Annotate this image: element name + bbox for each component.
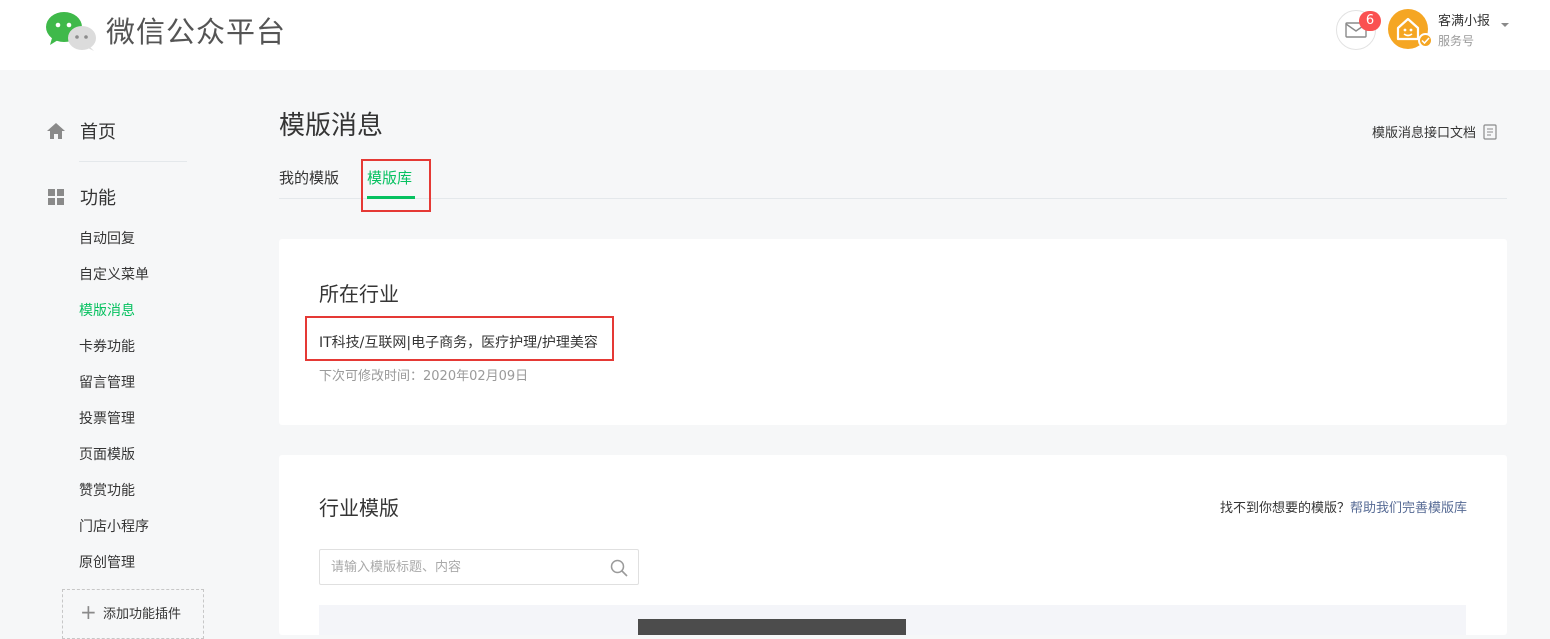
house-icon [1396,17,1420,41]
sidebar-item-auto-reply[interactable]: 自动回复 [79,229,135,249]
sidebar-item-template-message[interactable]: 模版消息 [79,301,135,321]
help-text: 找不到你想要的模版？帮助我们完善模版库 [1220,497,1467,516]
industry-templates-title: 行业模版 [319,496,399,520]
search-icon[interactable] [610,559,628,577]
sidebar-home-label: 首页 [80,122,116,143]
sidebar-item-home[interactable]: 首页 [46,116,246,146]
sidebar-item-reward[interactable]: 赞赏功能 [79,481,135,501]
sidebar-divider [79,161,187,162]
sidebar-item-card-coupon[interactable]: 卡券功能 [79,337,135,357]
unread-badge: 6 [1359,11,1381,31]
tab-highlight-annotation [361,159,431,212]
industry-title: 所在行业 [319,282,399,306]
sidebar-item-store-miniprogram[interactable]: 门店小程序 [79,517,149,537]
top-header: 微信公众平台 6 客满小报 服务号 [0,0,1550,70]
document-icon [1483,123,1497,140]
verified-check-icon [1418,33,1433,48]
api-doc-link[interactable]: 模版消息接口文档 [1372,122,1497,141]
wechat-logo-icon [46,12,96,51]
tab-my-templates[interactable]: 我的模版 [279,167,339,189]
sidebar-item-page-template[interactable]: 页面模版 [79,445,135,465]
help-improve-link[interactable]: 帮助我们完善模版库 [1350,501,1467,516]
account-type: 服务号 [1438,34,1475,48]
dark-overlay-bar [638,619,906,635]
account-name[interactable]: 客满小报 [1438,10,1490,29]
account-dropdown-caret-icon[interactable] [1501,23,1509,27]
plus-icon: + [80,600,97,624]
sidebar-item-functions[interactable]: 功能 [46,182,246,212]
tabs-divider [279,198,1507,199]
sidebar-item-custom-menu[interactable]: 自定义菜单 [79,265,149,285]
add-plugin-label: 添加功能插件 [103,607,182,622]
industry-templates-card: 行业模版 找不到你想要的模版？帮助我们完善模版库 [279,455,1507,635]
home-icon [47,123,65,139]
template-search-input[interactable] [320,550,600,584]
sidebar-item-vote-manage[interactable]: 投票管理 [79,409,135,429]
grid-icon [48,189,64,205]
help-prefix: 找不到你想要的模版？ [1219,501,1350,516]
template-search-box [319,549,639,585]
industry-highlight-annotation [305,316,614,361]
page-title: 模版消息 [279,111,384,141]
add-plugin-button[interactable]: + 添加功能插件 [62,589,204,639]
sidebar-item-original-manage[interactable]: 原创管理 [79,553,135,573]
brand-title: 微信公众平台 [106,15,287,49]
sidebar-functions-label: 功能 [80,188,116,209]
sidebar-item-comment-manage[interactable]: 留言管理 [79,373,135,393]
next-modify-time: 下次可修改时间：2020年02月09日 [319,369,529,384]
api-doc-label: 模版消息接口文档 [1372,126,1477,141]
industry-card: 所在行业 IT科技/互联网|电子商务，医疗护理/护理美容 下次可修改时间：202… [279,239,1507,425]
